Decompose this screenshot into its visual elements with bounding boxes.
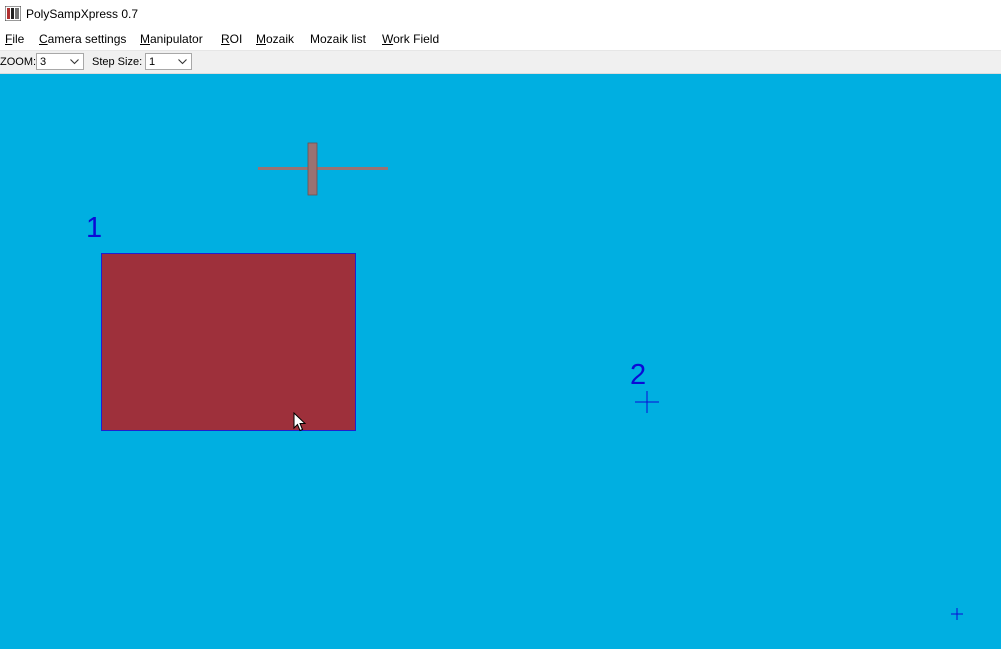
small-crosshair-marker-icon — [951, 608, 963, 620]
step-size-value: 1 — [149, 56, 156, 68]
manipulator-crosshair-icon[interactable] — [256, 142, 390, 196]
zoom-label: ZOOM: — [0, 56, 37, 68]
work-field-canvas[interactable]: 1 2 — [0, 74, 1001, 649]
zoom-select[interactable]: 3 — [36, 53, 84, 70]
menu-bar: File Camera settings Manipulator ROI Moz… — [0, 28, 1001, 51]
window-title: PolySampXpress 0.7 — [26, 7, 139, 21]
menu-manipulator[interactable]: Manipulator — [140, 32, 203, 47]
menu-work-field[interactable]: Work Field — [382, 32, 439, 47]
roi-point-marker-icon[interactable] — [635, 391, 659, 413]
toolbar: ZOOM: 3 Step Size: 1 — [0, 51, 1001, 74]
mouse-pointer-icon — [293, 412, 307, 432]
roi-label-1: 1 — [86, 212, 103, 244]
title-bar[interactable]: PolySampXpress 0.7 — [0, 0, 1001, 28]
roi-label-2: 2 — [630, 359, 647, 391]
menu-file[interactable]: File — [5, 32, 24, 47]
roi-rectangle-1[interactable] — [101, 253, 356, 431]
chevron-down-icon — [178, 59, 187, 65]
app-logo-icon — [5, 6, 21, 21]
chevron-down-icon — [70, 59, 79, 65]
step-size-select[interactable]: 1 — [145, 53, 192, 70]
zoom-value: 3 — [40, 56, 47, 68]
menu-roi[interactable]: ROI — [221, 32, 242, 47]
menu-camera-settings[interactable]: Camera settings — [39, 32, 126, 47]
menu-mozaik[interactable]: Mozaik — [256, 32, 294, 47]
step-size-label: Step Size: — [92, 56, 143, 68]
menu-mozaik-list[interactable]: Mozaik list — [310, 32, 366, 47]
